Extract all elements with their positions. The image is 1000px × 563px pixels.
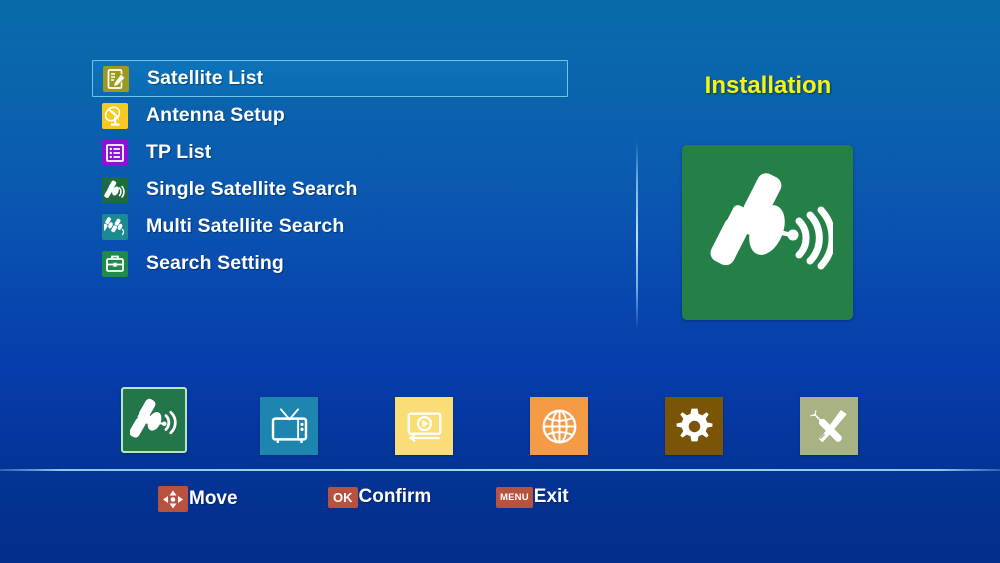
ok-key: OK <box>328 486 358 508</box>
main-icon-tools[interactable] <box>800 397 858 455</box>
horizontal-separator <box>0 469 1000 471</box>
menu-item-tp-list[interactable]: TP List <box>92 134 568 171</box>
menu-item-label: Satellite List <box>147 67 264 89</box>
main-icon-installation[interactable] <box>119 385 189 455</box>
main-icon-system-setup[interactable] <box>665 397 723 455</box>
hint-move: Move <box>158 486 238 512</box>
installation-screen: Satellite List Antenna Setup TP List Sin… <box>0 0 1000 563</box>
hint-confirm: OK Confirm <box>328 486 431 508</box>
menu-item-multi-satellite-search[interactable]: Multi Satellite Search <box>92 208 568 245</box>
transponder-list-icon <box>102 139 128 166</box>
menu-item-label: Single Satellite Search <box>146 178 358 200</box>
menu-item-label: Multi Satellite Search <box>146 215 345 237</box>
tv-icon <box>260 397 318 455</box>
media-play-icon <box>395 397 453 455</box>
hint-exit: MENU Exit <box>496 486 569 508</box>
multi-satellite-icon <box>102 213 128 240</box>
menu-key: MENU <box>496 486 533 508</box>
satellite-list-edit-icon <box>103 65 129 92</box>
main-menu-icon-bar <box>0 385 1000 470</box>
hint-label: Confirm <box>358 486 432 507</box>
globe-icon <box>530 397 588 455</box>
toolbox-icon <box>102 250 128 277</box>
hint-label: Exit <box>533 486 569 507</box>
satellite-dish-icon <box>703 165 836 300</box>
vertical-divider <box>636 140 638 330</box>
key-hint-bar: Move OK Confirm MENU Exit <box>0 486 1000 524</box>
main-icon-channel[interactable] <box>260 397 318 455</box>
menu-item-single-satellite-search[interactable]: Single Satellite Search <box>92 171 568 208</box>
menu-item-label: Search Setting <box>146 252 284 274</box>
installation-hero-tile <box>682 145 853 320</box>
single-satellite-icon <box>102 176 128 203</box>
menu-item-satellite-list[interactable]: Satellite List <box>92 60 568 97</box>
hint-label: Move <box>189 488 238 509</box>
installation-menu: Satellite List Antenna Setup TP List Sin… <box>92 60 568 282</box>
menu-item-label: TP List <box>146 141 212 163</box>
menu-item-search-setting[interactable]: Search Setting <box>92 245 568 282</box>
menu-item-label: Antenna Setup <box>146 104 285 126</box>
menu-item-antenna-setup[interactable]: Antenna Setup <box>92 97 568 134</box>
main-icon-network[interactable] <box>530 397 588 455</box>
satellite-icon <box>121 387 187 453</box>
dpad-icon <box>158 486 188 512</box>
main-icon-media[interactable] <box>395 397 453 455</box>
page-title: Installation <box>704 72 832 99</box>
tools-icon <box>800 397 858 455</box>
gear-icon <box>665 397 723 455</box>
antenna-dish-icon <box>102 102 128 129</box>
